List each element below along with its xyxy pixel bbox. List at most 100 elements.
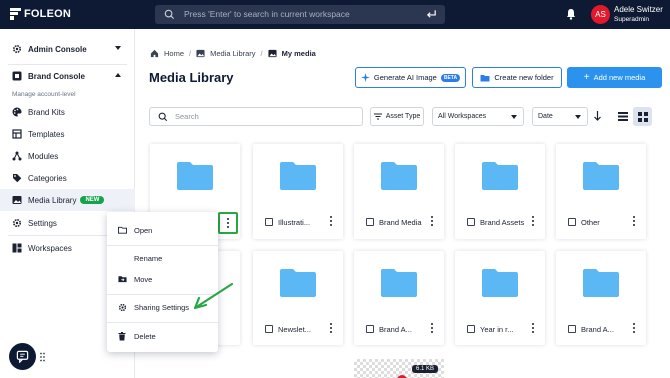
folder-icon: [177, 162, 213, 190]
sidebar-item-brand-console[interactable]: Brand Console: [0, 65, 135, 87]
workspaces-icon: [12, 243, 22, 253]
folder-options-button-highlighted[interactable]: [218, 212, 238, 234]
image-icon: [12, 195, 22, 205]
sidebar-item-categories[interactable]: Categories: [0, 167, 135, 189]
breadcrumb-media-library[interactable]: Media Library: [210, 49, 255, 58]
folder-card[interactable]: Brand A...: [354, 251, 444, 345]
file-size-badge: 6.1 KB: [412, 365, 439, 373]
grid-view-button[interactable]: [633, 107, 652, 126]
menu-item-rename[interactable]: Rename: [107, 248, 218, 268]
sort-select-value: Date: [538, 113, 553, 120]
list-view-button[interactable]: [613, 107, 632, 126]
select-checkbox[interactable]: [366, 325, 374, 333]
plus-icon: +: [583, 71, 590, 83]
add-media-button[interactable]: + Add new media: [567, 67, 662, 88]
user-name: Adele Switzer: [614, 5, 663, 14]
folder-card[interactable]: Brand Assets: [455, 144, 545, 239]
workspace-select[interactable]: All Workspaces: [432, 107, 524, 126]
brand-name: FOLEON: [24, 8, 72, 20]
sidebar-item-label: Categories: [28, 173, 67, 183]
more-vertical-icon[interactable]: [329, 216, 333, 228]
select-checkbox[interactable]: [366, 218, 374, 226]
global-search-input[interactable]: Press 'Enter' to search in current works…: [155, 5, 445, 24]
sidebar-item-modules[interactable]: Modules: [0, 145, 135, 167]
foleon-logo-icon: [10, 8, 21, 20]
sidebar-item-media-library[interactable]: Media Library NEW: [0, 189, 135, 211]
media-search-input[interactable]: Search: [149, 107, 363, 126]
more-vertical-icon[interactable]: [430, 323, 434, 335]
select-checkbox[interactable]: [568, 218, 576, 226]
folder-card[interactable]: Other: [556, 144, 646, 239]
folder-thumbnail: [556, 144, 646, 208]
select-checkbox[interactable]: [265, 218, 273, 226]
select-checkbox[interactable]: [467, 325, 475, 333]
sidebar-item-label: Brand Kits: [28, 107, 65, 117]
folder-thumbnail: [150, 144, 240, 208]
chevron-up-icon: [115, 73, 121, 77]
sidebar-item-templates[interactable]: Templates: [0, 123, 135, 145]
more-vertical-icon[interactable]: [531, 216, 535, 228]
folder-icon: [280, 269, 316, 297]
more-vertical-icon[interactable]: [430, 216, 434, 228]
sidebar-item-label: Admin Console: [28, 44, 87, 54]
tag-icon: [12, 173, 22, 183]
user-role: Superadmin: [614, 16, 650, 23]
asset-type-filter[interactable]: Asset Type: [370, 107, 424, 126]
sidebar-item-brand-kits[interactable]: Brand Kits: [0, 101, 135, 123]
generate-ai-label: Generate AI Image: [373, 73, 437, 82]
select-checkbox[interactable]: [265, 325, 273, 333]
foleon-logo[interactable]: FOLEON: [10, 8, 71, 20]
folder-thumbnail: [354, 251, 444, 315]
avatar[interactable]: AS: [591, 5, 610, 24]
more-vertical-icon[interactable]: [632, 216, 636, 228]
folder-thumbnail: [455, 144, 545, 208]
gear-icon: [12, 218, 22, 228]
generate-ai-image-button[interactable]: Generate AI Image BETA: [355, 67, 466, 88]
sidebar-item-label: Workspaces: [28, 243, 72, 253]
chevron-down-icon: [115, 46, 121, 50]
folder-name: Brand A...: [581, 325, 614, 334]
breadcrumb-separator: /: [189, 49, 192, 58]
menu-item-label: Rename: [134, 253, 163, 263]
more-vertical-icon[interactable]: [632, 323, 636, 335]
select-checkbox[interactable]: [467, 218, 475, 226]
folder-name: Year in r...: [480, 325, 514, 334]
sort-select[interactable]: Date: [532, 107, 588, 126]
folder-icon: [280, 162, 316, 190]
grid-icon: [637, 111, 648, 122]
more-vertical-icon[interactable]: [531, 323, 535, 335]
folder-name: Illustrati...: [278, 218, 311, 227]
sidebar-item-admin-console[interactable]: Admin Console: [0, 38, 135, 60]
global-search-placeholder: Press 'Enter' to search in current works…: [184, 9, 350, 19]
image-icon: [268, 49, 277, 58]
drag-handle-icon[interactable]: [40, 352, 45, 362]
breadcrumb-home[interactable]: Home: [164, 49, 184, 58]
menu-item-open[interactable]: Open: [107, 220, 218, 240]
select-checkbox[interactable]: [568, 325, 576, 333]
create-folder-button[interactable]: Create new folder: [472, 67, 562, 88]
folder-card[interactable]: Illustrati...: [253, 144, 343, 239]
rename-icon: [118, 254, 127, 263]
bell-icon[interactable]: [566, 8, 576, 20]
folder-card[interactable]: Year in r...: [455, 251, 545, 345]
folder-thumbnail: [253, 251, 343, 315]
folder-card[interactable]: Brand Media: [354, 144, 444, 239]
more-vertical-icon[interactable]: [329, 323, 333, 335]
chevron-down-icon: [575, 115, 581, 119]
page-title: Media Library: [149, 70, 234, 85]
folder-name: Newslet...: [278, 325, 311, 334]
folder-name: Brand Assets: [480, 218, 525, 227]
folder-thumbnail: [455, 251, 545, 315]
add-media-label: Add new media: [593, 73, 646, 82]
folder-card[interactable]: Newslet...: [253, 251, 343, 345]
folder-icon: [381, 269, 417, 297]
chat-icon: [16, 350, 29, 363]
menu-item-label: Open: [134, 225, 153, 235]
chat-support-button[interactable]: [9, 343, 36, 370]
folder-card[interactable]: Brand A...: [556, 251, 646, 345]
folder-icon: [583, 162, 619, 190]
top-bar: FOLEON Press 'Enter' to search in curren…: [0, 0, 670, 29]
breadcrumb-current: My media: [281, 49, 316, 58]
sort-direction-icon[interactable]: [593, 110, 602, 121]
menu-item-delete[interactable]: Delete: [107, 326, 218, 346]
